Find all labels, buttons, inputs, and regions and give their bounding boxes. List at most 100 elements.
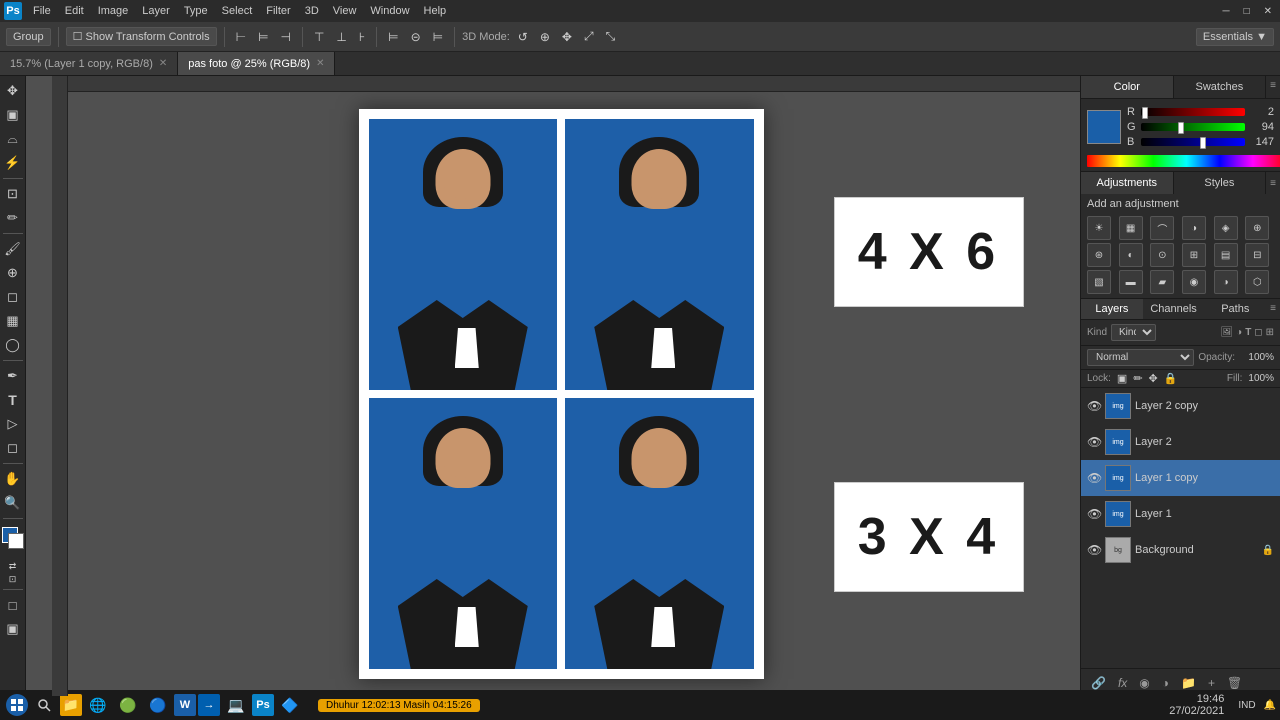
menu-type[interactable]: Type [177, 3, 215, 19]
new-group-icon[interactable]: 📁 [1177, 674, 1200, 692]
threshold-adj-icon[interactable]: ▬ [1119, 270, 1143, 294]
background-eye[interactable]: 👁 [1087, 543, 1101, 557]
close-btn[interactable]: ✕ [1260, 4, 1276, 19]
adj-panel-collapse[interactable]: ≡ [1266, 174, 1280, 193]
invert-adj-icon[interactable]: ⊟ [1245, 243, 1269, 267]
menu-select[interactable]: Select [215, 3, 260, 19]
lock-position-icon[interactable]: ✥ [1149, 372, 1158, 385]
menu-image[interactable]: Image [91, 3, 136, 19]
pen-tool[interactable]: ✒ [2, 365, 24, 387]
crop-tool[interactable]: ⊡ [2, 183, 24, 205]
b-slider[interactable] [1141, 138, 1245, 146]
quick-mask-icon[interactable]: □ [2, 594, 24, 616]
layer-row-background[interactable]: 👁 bg Background 🔒 [1081, 532, 1280, 568]
layer-row-layer1copy[interactable]: 👁 img Layer 1 copy [1081, 460, 1280, 496]
move-tool[interactable]: ✥ [2, 80, 24, 102]
marquee-tool[interactable]: ▣ [2, 104, 24, 126]
add-adjustment-icon[interactable]: ◑ [1158, 674, 1173, 692]
dodge-tool[interactable]: ◯ [2, 334, 24, 356]
layer-shape-icon[interactable]: ◻ [1254, 327, 1262, 338]
link-layers-icon[interactable]: 🔗 [1087, 674, 1110, 692]
chrome-taskbar[interactable]: 🌐 [84, 691, 112, 719]
time-notification[interactable]: Dhuhur 12:02:13 Masih 04:15:26 [318, 699, 480, 712]
color-swatch[interactable] [2, 527, 24, 555]
distribute-center-h-icon[interactable]: ⊝ [407, 28, 425, 46]
brightness-adj-icon[interactable]: ☀ [1087, 216, 1111, 240]
taskbar-icon-blue[interactable]: 🔵 [144, 691, 172, 719]
gradient-tool[interactable]: ▦ [2, 310, 24, 332]
align-top-icon[interactable]: ⊤ [310, 28, 328, 46]
layer-row-layer2[interactable]: 👁 img Layer 2 [1081, 424, 1280, 460]
curves-adj-icon[interactable]: ⌒ [1150, 216, 1174, 240]
zoom-tool[interactable]: 🔍 [2, 492, 24, 514]
distribute-right-icon[interactable]: ⊨ [429, 28, 447, 46]
tab-layer1copy[interactable]: 15.7% (Layer 1 copy, RGB/8) ✕ [0, 52, 178, 75]
layer-row-layer2copy[interactable]: 👁 img Layer 2 copy [1081, 388, 1280, 424]
layers-panel-collapse[interactable]: ≡ [1266, 299, 1280, 319]
3d-rotate-icon[interactable]: ↺ [514, 28, 532, 46]
menu-edit[interactable]: Edit [58, 3, 91, 19]
g-thumb[interactable] [1178, 122, 1184, 134]
shape-tool[interactable]: ◻ [2, 437, 24, 459]
r-slider[interactable] [1141, 108, 1245, 116]
taskbar-icon-green[interactable]: 🟢 [114, 691, 142, 719]
vibrance-adj-icon[interactable]: ◈ [1214, 216, 1238, 240]
eyedropper-tool[interactable]: ✏ [2, 207, 24, 229]
layer1copy-eye[interactable]: 👁 [1087, 471, 1101, 485]
align-center-h-icon[interactable]: ⊨ [254, 28, 272, 46]
align-right-icon[interactable]: ⊣ [277, 28, 295, 46]
distribute-left-icon[interactable]: ⊨ [384, 28, 402, 46]
layer-smart-icon[interactable]: ⊞ [1266, 327, 1274, 338]
menu-layer[interactable]: Layer [135, 3, 177, 19]
color-tab[interactable]: Color [1081, 76, 1174, 98]
3d-roll-icon[interactable]: ⊕ [536, 28, 554, 46]
eraser-tool[interactable]: ◻ [2, 286, 24, 308]
photo-filter-icon[interactable]: ⊙ [1150, 243, 1174, 267]
channels-tab[interactable]: Channels [1143, 299, 1205, 319]
hsl-adj-icon[interactable]: ⊕ [1245, 216, 1269, 240]
color-preview-box[interactable] [1087, 110, 1121, 144]
lock-all-icon[interactable]: 🔒 [1164, 372, 1178, 385]
hdr-toning-icon[interactable]: ⬡ [1245, 270, 1269, 294]
tab-close-1[interactable]: ✕ [159, 58, 167, 69]
lasso-tool[interactable]: ⌓ [2, 128, 24, 150]
path-tool[interactable]: ▷ [2, 413, 24, 435]
maximize-btn[interactable]: □ [1240, 4, 1254, 19]
screen-mode-icon[interactable]: ▣ [2, 618, 24, 640]
menu-view[interactable]: View [326, 3, 364, 19]
r-thumb[interactable] [1142, 107, 1148, 119]
channel-mixer-icon[interactable]: ⊞ [1182, 243, 1206, 267]
3d-slide-icon[interactable]: ⤢ [580, 27, 598, 46]
menu-3d[interactable]: 3D [298, 3, 326, 19]
add-mask-icon[interactable]: ◉ [1135, 674, 1153, 692]
layer-adjust-icon[interactable]: ◑ [1236, 327, 1242, 338]
layers-tab[interactable]: Layers [1081, 299, 1143, 319]
delete-layer-icon[interactable]: 🗑 [1223, 674, 1246, 692]
layer-type-icon[interactable]: T [1245, 327, 1251, 338]
gradient-map-icon[interactable]: ▰ [1150, 270, 1174, 294]
brush-tool[interactable]: 🖌 [2, 238, 24, 260]
start-button[interactable] [6, 694, 28, 716]
layer2copy-eye[interactable]: 👁 [1087, 399, 1101, 413]
swap-colors-icon[interactable]: ⇄ [9, 561, 17, 572]
align-left-icon[interactable]: ⊢ [232, 28, 250, 46]
clone-tool[interactable]: ⊕ [2, 262, 24, 284]
colorbalance-adj-icon[interactable]: ⊛ [1087, 243, 1111, 267]
align-bottom-icon[interactable]: ⊦ [355, 28, 369, 46]
taskbar-icon-teal[interactable]: 🔷 [276, 691, 304, 719]
type-tool[interactable]: T [2, 389, 24, 411]
color-lookup-icon[interactable]: ▤ [1214, 243, 1238, 267]
taskbar-icon-blue2[interactable]: → [198, 694, 220, 716]
3d-scale-icon[interactable]: ⤡ [602, 27, 620, 46]
photoshop-taskbar[interactable]: Ps [252, 694, 274, 716]
essentials-dropdown[interactable]: Essentials ▼ [1196, 28, 1274, 46]
new-layer-icon[interactable]: + [1204, 674, 1219, 692]
layer-pixel-icon[interactable]: 🖼 [1220, 327, 1233, 338]
swatches-tab[interactable]: Swatches [1174, 76, 1267, 98]
word-taskbar[interactable]: W [174, 694, 196, 716]
hand-tool[interactable]: ✋ [2, 468, 24, 490]
menu-file[interactable]: File [26, 3, 58, 19]
tab-close-2[interactable]: ✕ [316, 58, 324, 69]
minimize-btn[interactable]: ─ [1218, 4, 1233, 19]
layer2-eye[interactable]: 👁 [1087, 435, 1101, 449]
